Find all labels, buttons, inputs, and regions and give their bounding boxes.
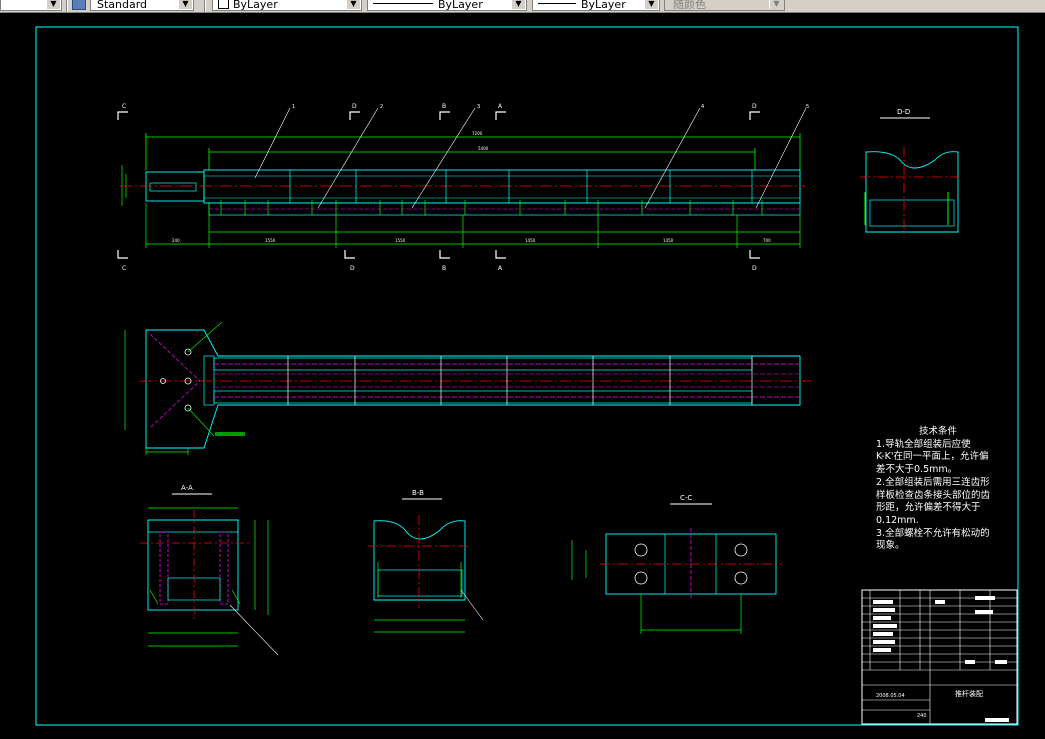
plot-style-value: 随颜色: [673, 0, 706, 11]
svg-text:1550: 1550: [395, 238, 406, 243]
tech-requirement-line: 现象。: [876, 540, 905, 552]
chevron-down-icon: ▼: [769, 0, 783, 9]
drawing-scale: 240: [917, 713, 927, 719]
tech-requirements-title: 技术条件: [918, 426, 957, 437]
linetype-value: ByLayer: [438, 0, 483, 11]
section-label: D: [352, 103, 357, 110]
lineweight-sample-icon: [538, 3, 576, 4]
linetype-sample-icon: [373, 3, 433, 4]
tech-requirement-line: K-K'在同一平面上，允许偏: [876, 451, 989, 463]
section-label: B: [442, 103, 446, 110]
toolbar-separator: [66, 0, 68, 12]
chevron-down-icon: ▼: [46, 0, 60, 9]
textstyle-prev-dropdown[interactable]: ▼: [0, 0, 62, 11]
linetype-dropdown[interactable]: ByLayer ▼: [367, 0, 527, 11]
section-label: D: [752, 265, 757, 272]
tech-requirement-line: 样板检查齿条接头部位的齿: [876, 489, 991, 501]
view-title-cc: C-C: [680, 494, 692, 502]
drawing-canvas[interactable]: 7200 5400 240 1550 1550 1450 1450 700 1 …: [0, 13, 1045, 739]
drawing-name: 推杆装配: [955, 689, 983, 698]
plot-style-dropdown[interactable]: 随颜色 ▼: [664, 0, 785, 11]
svg-text:1450: 1450: [663, 238, 674, 243]
svg-text:7200: 7200: [472, 131, 483, 136]
tech-requirement-line: 0.12mm.: [876, 514, 919, 526]
tech-requirement-line: 1.导轨全部组装后应使: [876, 438, 971, 450]
view-title-dd: D-D: [897, 108, 910, 116]
text-style-value: Standard: [97, 0, 148, 11]
balloon-label: 5: [806, 104, 809, 110]
balloon-label: 2: [380, 104, 383, 110]
section-label: B: [442, 265, 446, 272]
balloon-label: 3: [477, 104, 480, 110]
chevron-down-icon: ▼: [178, 0, 192, 9]
balloon-label: 1: [292, 104, 295, 110]
svg-text:700: 700: [763, 238, 771, 243]
chevron-down-icon: ▼: [511, 0, 525, 9]
section-label: D: [350, 265, 355, 272]
tech-requirement-line: 形距，允许偏差不得大于: [876, 502, 981, 514]
text-style-icon[interactable]: [72, 0, 86, 10]
tech-requirement-line: 2.全部组装后需用三连齿形: [876, 476, 990, 488]
drawing-date: 2008.05.04: [876, 693, 905, 699]
tech-requirement-line: 3.全部螺栓不允许有松动的: [876, 527, 990, 539]
layer-dropdown[interactable]: ByLayer ▼: [212, 0, 362, 11]
layer-value: ByLayer: [233, 0, 278, 11]
section-label: C: [122, 265, 126, 272]
text-style-dropdown[interactable]: Standard ▼: [90, 0, 194, 11]
view-title-bb: B-B: [412, 489, 424, 497]
lineweight-dropdown[interactable]: ByLayer ▼: [532, 0, 660, 11]
section-label: D: [752, 103, 757, 110]
properties-toolbar: ▼ Standard ▼ ByLayer ▼ ByLayer ▼ ByLayer…: [0, 0, 1045, 13]
chevron-down-icon: ▼: [346, 0, 360, 9]
technical-requirements: 技术条件 1.导轨全部组装后应使 K-K'在同一平面上，允许偏 差不大于0.5m…: [876, 426, 1016, 553]
svg-text:1450: 1450: [525, 238, 536, 243]
section-label: C: [122, 103, 126, 110]
color-swatch-icon: [218, 0, 229, 9]
svg-text:5400: 5400: [478, 146, 489, 151]
svg-text:1550: 1550: [265, 238, 276, 243]
toolbar-separator: [204, 0, 206, 12]
svg-text:240: 240: [172, 238, 180, 243]
lineweight-value: ByLayer: [581, 0, 626, 11]
balloon-label: 4: [701, 104, 704, 110]
tech-requirement-line: 差不大于0.5mm。: [876, 464, 958, 476]
chevron-down-icon: ▼: [644, 0, 658, 9]
view-title-aa: A-A: [181, 484, 193, 492]
